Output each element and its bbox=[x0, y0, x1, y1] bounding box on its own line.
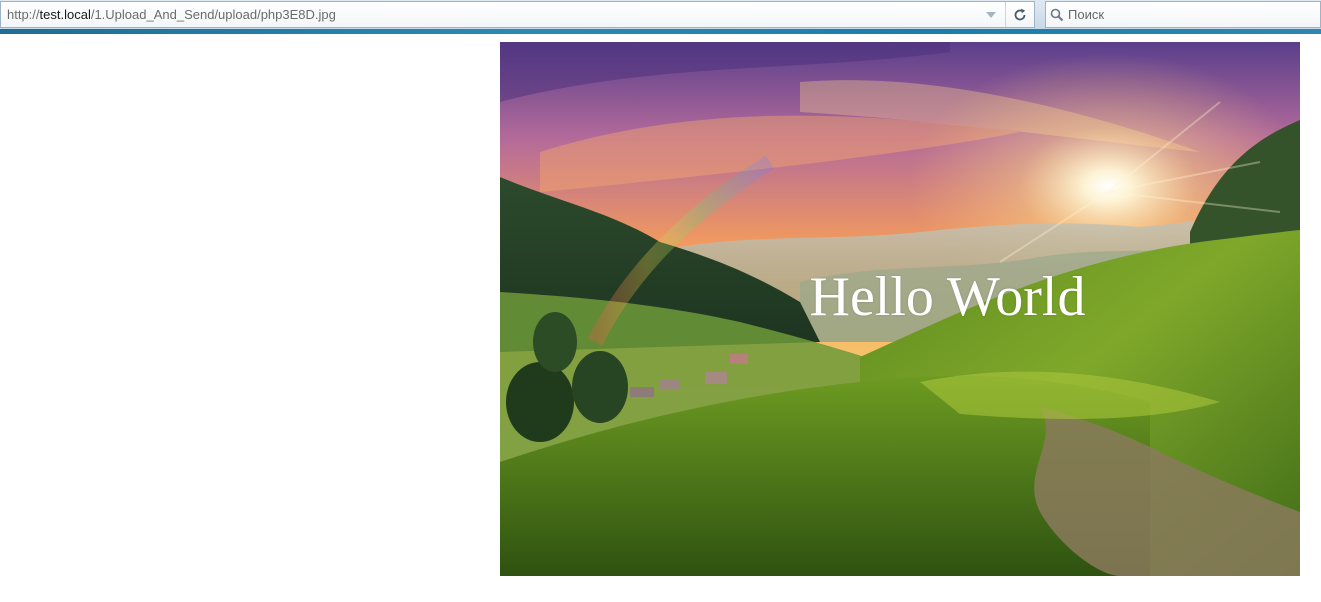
reload-icon bbox=[1014, 8, 1026, 20]
url-scheme: http:// bbox=[7, 7, 40, 22]
uploaded-image: Hello World bbox=[500, 42, 1300, 576]
chevron-down-icon bbox=[986, 11, 996, 18]
search-icon bbox=[1046, 2, 1068, 27]
search-placeholder: Поиск bbox=[1068, 7, 1105, 22]
reload-button[interactable] bbox=[1005, 2, 1034, 27]
url-path: /1.Upload_And_Send/upload/php3E8D.jpg bbox=[90, 7, 336, 22]
image-caption: Hello World bbox=[809, 266, 1086, 328]
url-history-dropdown[interactable] bbox=[977, 2, 1005, 27]
toolbar-accent-bar bbox=[0, 29, 1321, 34]
search-bar[interactable]: Поиск bbox=[1045, 1, 1321, 28]
url-host: test.local bbox=[39, 7, 91, 22]
address-bar[interactable]: http://test.local/1.Upload_And_Send/uplo… bbox=[0, 1, 1035, 28]
address-text[interactable]: http://test.local/1.Upload_And_Send/uplo… bbox=[1, 7, 977, 22]
